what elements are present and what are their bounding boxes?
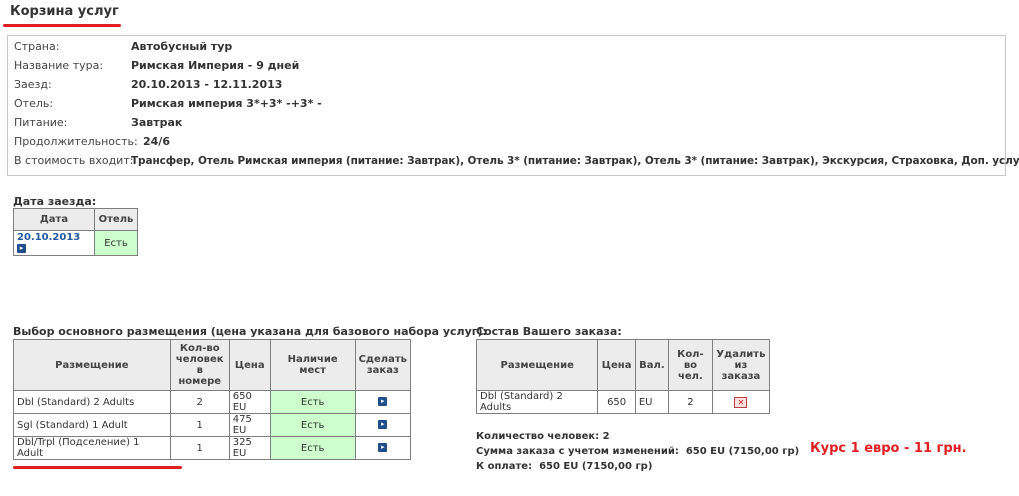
order-button[interactable]: ▸	[354, 413, 412, 437]
row-people: 1	[169, 413, 230, 437]
order-row-price: 650	[597, 390, 636, 414]
page-title: Корзина услуг	[10, 4, 119, 19]
title-underline	[3, 24, 121, 27]
row-people: 2	[169, 390, 230, 414]
order-sum-value: 650 EU (7150,00 гр)	[685, 446, 800, 457]
order-people-header: Кол-во чел.	[667, 339, 713, 391]
exchange-rate-note: Курс 1 евро - 11 грн.	[810, 441, 967, 456]
arrow-right-icon[interactable]: ▸	[378, 397, 388, 406]
tour-name-label: Название тура:	[14, 59, 104, 72]
table-row: Sgl (Standard) 1 Adult 1 475 EU Есть ▸	[13, 413, 412, 437]
meal-value: Завтрак	[131, 116, 183, 129]
payment-label: К оплате:	[476, 461, 533, 472]
checkin-date-title: Дата заезда:	[13, 195, 97, 208]
order-title: Состав Вашего заказа:	[476, 325, 622, 338]
country-value: Автобусный тур	[131, 40, 233, 53]
checkin-date-link[interactable]: 20.10.2013	[17, 232, 80, 243]
meal-label: Питание:	[14, 116, 68, 129]
order-currency-header: Вал.	[634, 339, 669, 391]
order-delete-header: Удалить из заказа	[711, 339, 771, 391]
availability-header: Наличие мест	[269, 339, 356, 391]
checkin-date-cell[interactable]: 20.10.2013 ▸	[13, 230, 95, 256]
info-row-checkin: Заезд:	[14, 77, 52, 93]
order-row-people: 2	[667, 390, 713, 414]
arrow-right-icon[interactable]: ▸	[17, 243, 26, 253]
accommodation-title: Выбор основного размещения (цена указана…	[13, 325, 487, 338]
row-placement: Dbl (Standard) 2 Adults	[13, 390, 171, 414]
checkin-date-table: Дата Отель 20.10.2013 ▸ Есть	[13, 208, 138, 256]
tour-name-value: Римская Империя - 9 дней	[131, 59, 300, 72]
people-count: Количество человек: 2	[476, 431, 610, 442]
row-availability: Есть	[269, 390, 356, 414]
people-header: Кол-во человек в номере	[169, 339, 230, 391]
info-row-duration: Продолжительность:	[14, 134, 138, 150]
table-row: Dbl (Standard) 2 Adults 650 EU 2 ✕	[475, 390, 771, 414]
duration-value: 24/6	[143, 135, 170, 148]
accommodation-table: Размещение Кол-во человек в номере Цена …	[13, 339, 412, 460]
accommodation-underline	[13, 466, 182, 469]
info-row-country: Страна:	[14, 39, 59, 55]
order-row-currency: EU	[634, 390, 669, 414]
arrow-right-icon[interactable]: ▸	[378, 420, 388, 429]
placement-header: Размещение	[13, 339, 171, 391]
hotel-header: Отель	[94, 208, 138, 231]
row-placement: Dbl/Trpl (Подселение) 1 Adult	[13, 436, 171, 460]
payment-value: 650 EU (7150,00 гр)	[539, 461, 653, 472]
delete-button[interactable]: ✕	[711, 390, 771, 414]
row-price: 325 EU	[228, 436, 271, 460]
order-price-header: Цена	[597, 339, 636, 391]
info-row-hotel: Отель:	[14, 96, 53, 112]
country-label: Страна:	[14, 40, 60, 53]
hotel-availability: Есть	[94, 230, 138, 256]
order-table: Размещение Цена Вал. Кол-во чел. Удалить…	[475, 339, 771, 414]
info-row-tour-name: Название тура:	[14, 58, 103, 74]
includes-label: В стоимость входит:	[14, 154, 134, 167]
hotel-label: Отель:	[14, 97, 54, 110]
includes-value: Трансфер, Отель Римская империя (питание…	[131, 155, 1019, 167]
tour-info-panel: Страна: Автобусный тур Название тура: Ри…	[7, 35, 1019, 176]
hotel-value: Римская империя 3*+3* -+3* -	[131, 97, 322, 110]
arrow-right-icon[interactable]: ▸	[378, 443, 388, 452]
order-button[interactable]: ▸	[354, 436, 412, 460]
order-placement-header: Размещение	[475, 339, 599, 391]
row-availability: Есть	[269, 436, 356, 460]
order-row-placement: Dbl (Standard) 2 Adults	[475, 390, 599, 414]
order-header: Сделать заказ	[354, 339, 412, 391]
duration-label: Продолжительность:	[14, 135, 138, 148]
checkin-label: Заезд:	[14, 78, 52, 91]
order-sum-line: Сумма заказа с учетом изменений: 650 EU …	[476, 446, 799, 457]
table-row: Dbl/Trpl (Подселение) 1 Adult 1 325 EU Е…	[13, 436, 412, 460]
row-price: 650 EU	[228, 390, 271, 414]
row-placement: Sgl (Standard) 1 Adult	[13, 413, 171, 437]
delete-icon[interactable]: ✕	[734, 396, 748, 408]
payment-line: К оплате: 650 EU (7150,00 гр)	[476, 461, 652, 472]
order-sum-label: Сумма заказа с учетом изменений:	[476, 446, 679, 457]
info-row-meal: Питание:	[14, 115, 67, 131]
table-row: Dbl (Standard) 2 Adults 2 650 EU Есть ▸	[13, 390, 412, 414]
date-header: Дата	[13, 208, 95, 231]
checkin-value: 20.10.2013 - 12.11.2013	[131, 78, 283, 91]
info-row-includes: В стоимость входит:	[14, 153, 133, 169]
row-price: 475 EU	[228, 413, 271, 437]
price-header: Цена	[228, 339, 271, 391]
order-button[interactable]: ▸	[354, 390, 412, 414]
row-availability: Есть	[269, 413, 356, 437]
row-people: 1	[169, 436, 230, 460]
